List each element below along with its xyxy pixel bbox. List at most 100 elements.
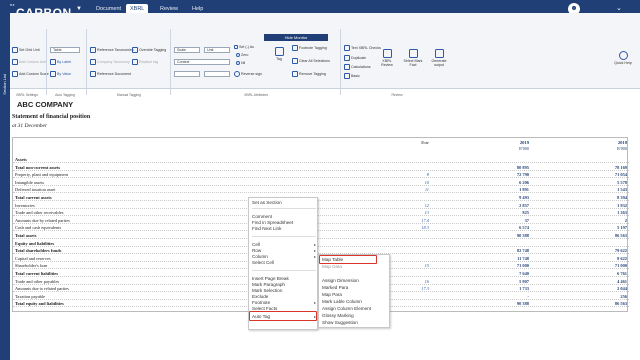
row-value-2018[interactable]: 1 543 [573,186,627,193]
add-custom-unit-button[interactable]: Add Custom Unit [12,59,46,65]
replace-tag-button[interactable]: Replace tag [132,59,158,65]
table-row[interactable]: Cash and cash equivalents 18.3 6 574 5 197 [13,224,629,232]
table-row[interactable]: Deferred taxation asset 11 1 891 1 543 [13,186,629,194]
date-to-input[interactable] [204,71,230,77]
collapse-chevron-icon[interactable]: ⌄ [616,4,622,12]
menu-footnote[interactable]: Footnote ▸ [252,300,316,305]
menu-find-next-link[interactable]: Find Next Link [252,226,281,231]
nil-radio[interactable]: Nil [236,61,245,66]
table-row[interactable]: Total non-current assets 80 895 78 169 [13,164,629,171]
submenu-mark-lable-column[interactable]: Mark Lable Column [322,299,362,304]
menu-insert-page-break[interactable]: Insert Page Break [252,276,289,281]
text-xbrl-checks-button[interactable]: Text XBRL Checks [344,45,381,51]
row-value-2019[interactable]: 90 388 [483,232,529,239]
row-value-2019[interactable]: 71 000 [483,262,529,269]
menu-set-as-section[interactable]: Set as Section [252,200,282,205]
row-value-2018[interactable]: 256 [573,293,627,300]
submenu-marked-para[interactable]: Marked Para [322,285,348,290]
menu-cell[interactable]: Cell ▸ [252,242,316,247]
select-mark-fact-button[interactable]: Select Mark Fact [402,49,424,67]
unit-select[interactable]: Unit [204,47,230,53]
row-value-2019[interactable]: 82 748 [483,247,529,254]
table-row[interactable]: Total current assets 9 493 8 394 [13,194,629,201]
menu-column[interactable]: Column ▸ [252,254,316,259]
table-row[interactable]: Assets [13,156,629,163]
row-value-2018[interactable]: 86 563 [573,232,627,239]
table-row[interactable]: Equity and liabilities [13,240,629,247]
menu-select-cell[interactable]: Select Cell [252,260,274,265]
row-value-2019[interactable]: 6 206 [483,179,529,186]
row-value-2019[interactable]: 90 388 [483,300,529,307]
override-tagging-button[interactable]: Override Tagging [132,47,166,53]
submenu-glossy-marking[interactable]: Glossy Marking [322,313,354,318]
table-row[interactable]: Property, plant and equipment 8 72 790 71 0… [13,171,629,179]
row-value-2019[interactable]: 72 790 [483,171,529,178]
clear-all-selections-button[interactable]: Clear All Selections [292,58,330,64]
row-value-2018[interactable]: 79 622 [573,247,627,254]
quick-help-button[interactable]: Quick Help [614,51,632,65]
row-value-2018[interactable]: 2 [573,217,627,224]
row-value-2019[interactable]: 80 895 [483,164,529,171]
row-value-2018[interactable]: 71 000 [573,262,627,269]
row-note[interactable]: 12 [399,202,429,209]
xbrl-review-button[interactable]: XBRL Review [378,49,396,67]
basic-button[interactable]: Basic [344,73,360,79]
row-value-2019[interactable]: - [483,293,529,300]
menu-find-in-spreadsheet[interactable]: Find in Spreadsheet [252,220,293,225]
submenu-map-para[interactable]: Map Para [322,292,342,297]
menu-exclude[interactable]: Exclude [252,294,268,299]
row-value-2019[interactable]: 9 493 [483,194,529,201]
row-value-2018[interactable]: 78 169 [573,164,627,171]
duplicate-button[interactable]: Duplicate [344,55,366,61]
table-row[interactable]: Inventories 12 2 857 1 932 [13,202,629,209]
row-value-2019[interactable]: 2 857 [483,202,529,209]
tag-button[interactable]: Tag [272,47,286,61]
row-note[interactable]: 13 [399,209,429,216]
table-row[interactable]: Total assets 90 388 86 563 [13,232,629,239]
row-value-2019[interactable]: 6 574 [483,224,529,231]
row-value-2018[interactable]: 1 263 [573,209,627,216]
add-custom-scale-button[interactable]: Add Custom Scale [12,71,49,77]
row-value-2018[interactable]: 4 461 [573,278,627,285]
menu-row[interactable]: Row ▸ [252,248,316,253]
row-value-2019[interactable]: 1 733 [483,285,529,292]
table-select[interactable]: Table [50,47,80,53]
scale-select[interactable]: Scale [174,47,200,53]
date-from-input[interactable] [174,71,200,77]
row-note[interactable]: 18.3 [399,224,429,231]
row-value-2019[interactable]: 5 907 [483,278,529,285]
row-value-2018[interactable]: 8 394 [573,194,627,201]
row-value-2018[interactable]: 6 761 [573,270,627,277]
context-select[interactable]: Context [174,59,230,65]
table-row[interactable]: Intangible assets 10 6 206 5 578 [13,179,629,186]
by-value-button[interactable]: By Value [50,71,71,77]
row-value-2018[interactable]: 71 054 [573,171,627,178]
section-list-sidebar[interactable]: Section List [0,34,10,360]
row-note[interactable]: 10 [399,179,429,186]
by-label-button[interactable]: By Label [50,59,71,65]
row-note[interactable]: 15 [399,262,429,269]
row-value-2018[interactable]: 2 044 [573,285,627,292]
row-value-2018[interactable]: 86 563 [573,300,627,307]
generate-output-button[interactable]: Generate output [428,49,450,67]
menu-comment[interactable]: Comment [252,214,272,219]
row-value-2019[interactable]: 7 640 [483,270,529,277]
row-value-2018[interactable]: 8 622 [573,255,627,262]
set-grid-unit-button[interactable]: Set Grid Unit [12,47,40,53]
table-row[interactable]: Amounts due by related parties 17.4 37 2 [13,217,629,224]
row-value-2019[interactable]: 1 891 [483,186,529,193]
app-menu-dropdown-icon[interactable]: ▼ [76,6,82,12]
row-value-2019[interactable]: 825 [483,209,529,216]
row-note[interactable]: 16 [399,278,429,285]
footnote-tagging-button[interactable]: Footnote Tagging [292,45,327,51]
calculations-button[interactable]: Calculations [344,64,371,70]
row-value-2018[interactable]: 1 932 [573,202,627,209]
submenu-assign-column-element[interactable]: Assign Column Element [322,306,371,311]
row-note[interactable]: 11 [399,186,429,193]
table-row[interactable]: Trade and other receivables 13 825 1 263 [13,209,629,217]
zero-radio[interactable]: Zero [236,53,248,58]
reference-document-button[interactable]: Reference Document [90,71,131,77]
row-note[interactable]: 17.3 [399,285,429,292]
hide-monitor-button[interactable]: Hide Monitor [264,34,328,41]
submenu-map-data[interactable]: Map Data [322,264,342,269]
